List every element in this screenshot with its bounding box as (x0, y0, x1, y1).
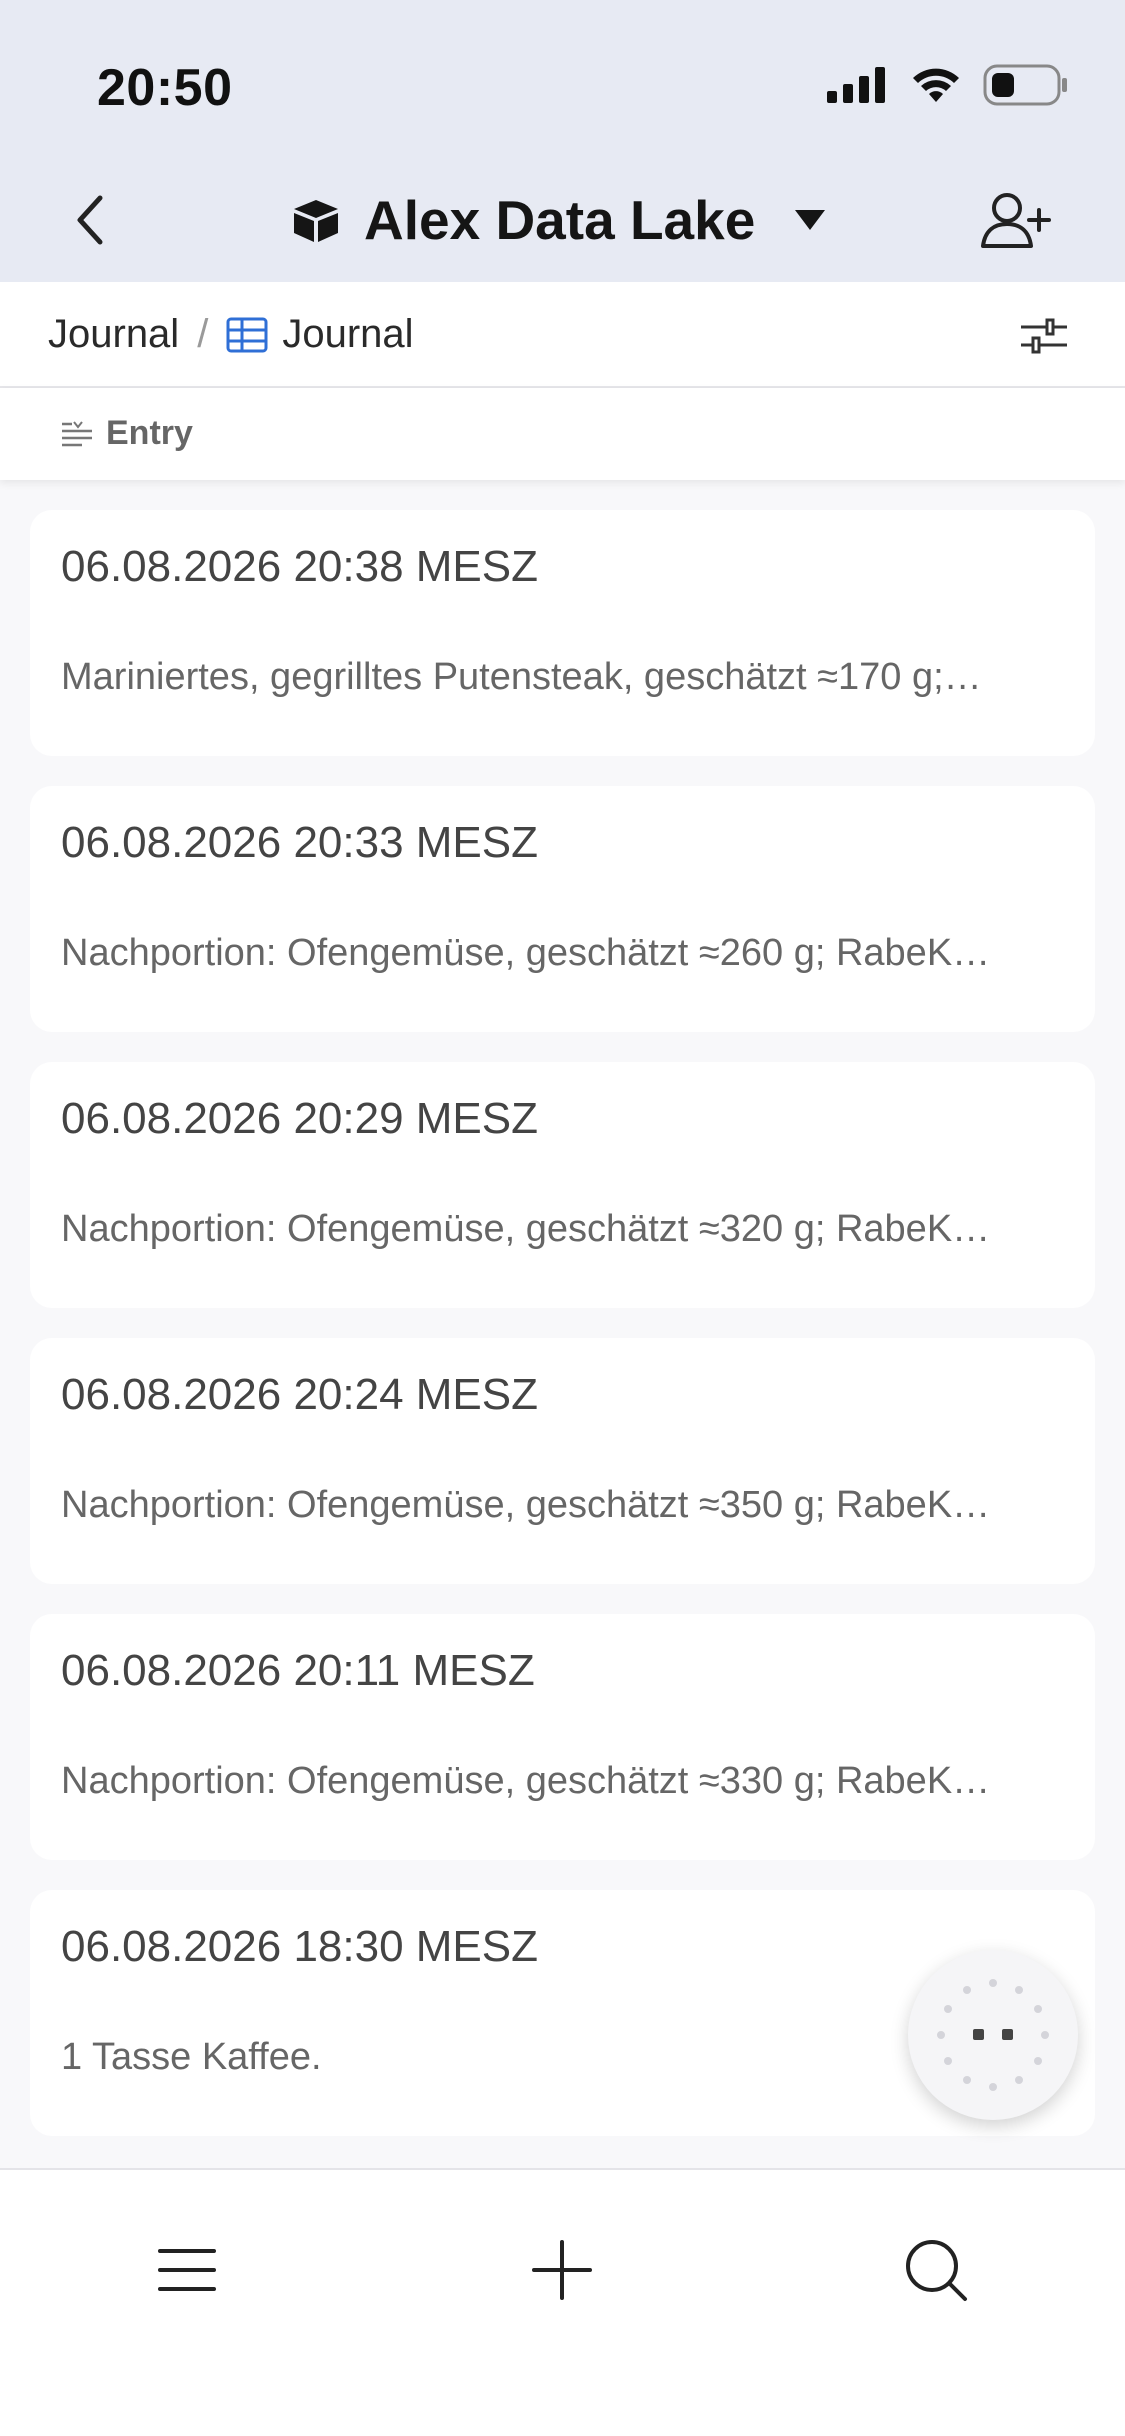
entry-card[interactable]: 06.08.2026 20:38 MESZ Mariniertes, gegri… (30, 510, 1095, 756)
field-label: Entry (106, 414, 193, 452)
breadcrumb-bar: Journal / Journal (0, 282, 1125, 388)
add-entry-button[interactable] (512, 2220, 612, 2320)
entry-list: 06.08.2026 20:38 MESZ Mariniertes, gegri… (30, 510, 1095, 2166)
battery-icon (983, 64, 1067, 106)
entry-date: 06.08.2026 20:33 MESZ (61, 818, 538, 867)
entry-date: 06.08.2026 20:38 MESZ (61, 542, 538, 591)
entry-text: Nachportion: Ofengemüse, geschätzt ≈320 … (61, 1208, 991, 1250)
entry-date: 06.08.2026 20:24 MESZ (61, 1370, 538, 1419)
entry-card[interactable]: 06.08.2026 20:11 MESZ Nachportion: Ofeng… (30, 1614, 1095, 1860)
field-entry-header[interactable]: Entry (60, 414, 193, 453)
add-user-button[interactable] (975, 184, 1055, 256)
header: Alex Data Lake (0, 170, 1125, 270)
back-button[interactable] (60, 188, 120, 252)
entry-card[interactable]: 06.08.2026 20:33 MESZ Nachportion: Ofeng… (30, 786, 1095, 1032)
breadcrumb: Journal / Journal (48, 312, 414, 357)
search-icon (906, 2240, 967, 2301)
breadcrumb-parent[interactable]: Journal (48, 312, 179, 357)
entry-text: Nachportion: Ofengemüse, geschätzt ≈330 … (61, 1760, 991, 1802)
menu-icon (158, 2249, 216, 2291)
plus-icon (532, 2240, 592, 2300)
signal-icon (827, 67, 885, 103)
wifi-icon (913, 68, 959, 102)
menu-button[interactable] (137, 2220, 237, 2320)
breadcrumb-current[interactable]: Journal (282, 312, 413, 357)
loading-dots-icon (937, 1979, 1049, 2091)
entry-text: Nachportion: Ofengemüse, geschätzt ≈260 … (61, 932, 991, 974)
status-icons (827, 64, 1069, 106)
add-user-icon (981, 193, 1051, 248)
cube-icon (294, 200, 338, 242)
status-time: 20:50 (97, 59, 233, 117)
bottom-nav (0, 2168, 1125, 2436)
entry-text: Nachportion: Ofengemüse, geschätzt ≈350 … (61, 1484, 991, 1526)
entry-date: 06.08.2026 18:30 MESZ (61, 1922, 538, 1971)
filter-button[interactable] (1009, 306, 1079, 366)
breadcrumb-separator: / (197, 312, 209, 356)
search-button[interactable] (886, 2220, 986, 2320)
workspace-title: Alex Data Lake (364, 189, 756, 251)
assistant-button[interactable] (908, 1950, 1078, 2120)
entry-card[interactable]: 06.08.2026 20:29 MESZ Nachportion: Ofeng… (30, 1062, 1095, 1308)
entry-date: 06.08.2026 20:11 MESZ (61, 1646, 535, 1695)
field-header: Entry (0, 388, 1125, 480)
table-icon (226, 317, 268, 352)
sliders-icon (1021, 318, 1067, 354)
caret-down-icon (795, 210, 826, 230)
entry-text: Mariniertes, gegrilltes Putensteak, gesc… (61, 656, 982, 698)
workspace-switcher[interactable]: Alex Data Lake (290, 182, 826, 258)
entry-card[interactable]: 06.08.2026 20:24 MESZ Nachportion: Ofeng… (30, 1338, 1095, 1584)
text-lines-icon (62, 420, 92, 446)
chevron-left-icon (77, 195, 103, 245)
top-bar: 20:50 Alex Data Lake (0, 0, 1125, 282)
entry-date: 06.08.2026 20:29 MESZ (61, 1094, 538, 1143)
